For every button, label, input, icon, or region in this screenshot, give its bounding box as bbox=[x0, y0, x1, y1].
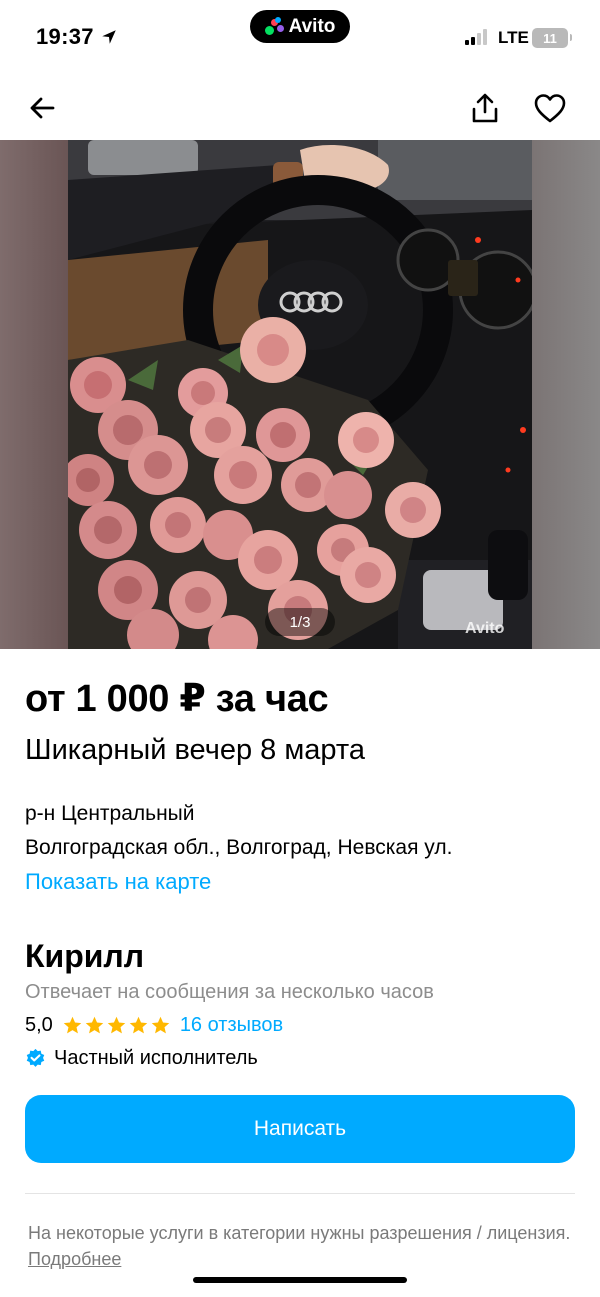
listing-address: Волгоградская обл., Волгоград, Невская у… bbox=[25, 836, 453, 859]
rating-stars bbox=[62, 1015, 171, 1036]
star-icon bbox=[107, 1016, 126, 1034]
star-icon bbox=[151, 1016, 170, 1034]
seller-reply-time: Отвечает на сообщения за несколько часов bbox=[25, 981, 434, 1003]
reviews-link[interactable]: 16 отзывов bbox=[180, 1014, 283, 1037]
show-on-map-link[interactable]: Показать на карте bbox=[25, 869, 211, 895]
seller-type-label: Частный исполнитель bbox=[54, 1047, 258, 1069]
star-icon bbox=[63, 1016, 82, 1034]
listing-title: Шикарный вечер 8 марта bbox=[25, 734, 365, 766]
status-time: 19:37 bbox=[36, 24, 118, 50]
listing-district: р-н Центральный bbox=[25, 802, 195, 825]
verified-badge-icon bbox=[26, 1048, 45, 1067]
network-label: LTE bbox=[498, 28, 529, 47]
photo-gallery[interactable] bbox=[0, 140, 600, 649]
status-bar: 19:37 Avito LTE 11 bbox=[0, 0, 600, 78]
write-message-button[interactable]: Написать bbox=[25, 1095, 575, 1163]
seller-rating: 5,0 16 отзывов bbox=[25, 1014, 283, 1037]
back-button[interactable] bbox=[22, 88, 62, 128]
favorite-heart-icon bbox=[534, 94, 566, 123]
license-notice: На некоторые услуги в категории нужны ра… bbox=[28, 1220, 573, 1272]
top-nav bbox=[0, 78, 600, 140]
seller-type: Частный исполнитель bbox=[25, 1047, 258, 1070]
rating-value: 5,0 bbox=[25, 1014, 53, 1036]
home-indicator[interactable] bbox=[193, 1277, 407, 1283]
photo-watermark: Avito bbox=[465, 620, 505, 637]
favorite-button[interactable] bbox=[530, 88, 570, 128]
signal-icon bbox=[465, 29, 487, 45]
time-text: 19:37 bbox=[36, 24, 94, 49]
license-notice-text: На некоторые услуги в категории нужны ра… bbox=[28, 1223, 571, 1243]
prev-photo-peek bbox=[0, 140, 68, 649]
location-arrow-icon bbox=[102, 30, 116, 44]
star-icon bbox=[129, 1016, 148, 1034]
listing-price: от 1 000 ₽ за час bbox=[25, 678, 329, 720]
star-icon bbox=[85, 1016, 104, 1034]
brand-name: Avito bbox=[288, 15, 336, 37]
dynamic-island: Avito bbox=[250, 10, 350, 43]
more-info-link[interactable]: Подробнее bbox=[28, 1249, 121, 1269]
battery-icon: 11 bbox=[532, 28, 572, 48]
listing-photo[interactable] bbox=[68, 140, 532, 649]
next-photo-peek bbox=[532, 140, 600, 649]
back-arrow-icon bbox=[30, 97, 55, 119]
photo-counter: 1/3 bbox=[265, 608, 335, 636]
seller-name[interactable]: Кирилл bbox=[25, 938, 144, 975]
avito-logo-icon bbox=[264, 16, 285, 37]
divider bbox=[25, 1193, 575, 1194]
share-icon bbox=[472, 93, 498, 123]
share-button[interactable] bbox=[465, 88, 505, 128]
photo-illustration bbox=[68, 140, 532, 649]
